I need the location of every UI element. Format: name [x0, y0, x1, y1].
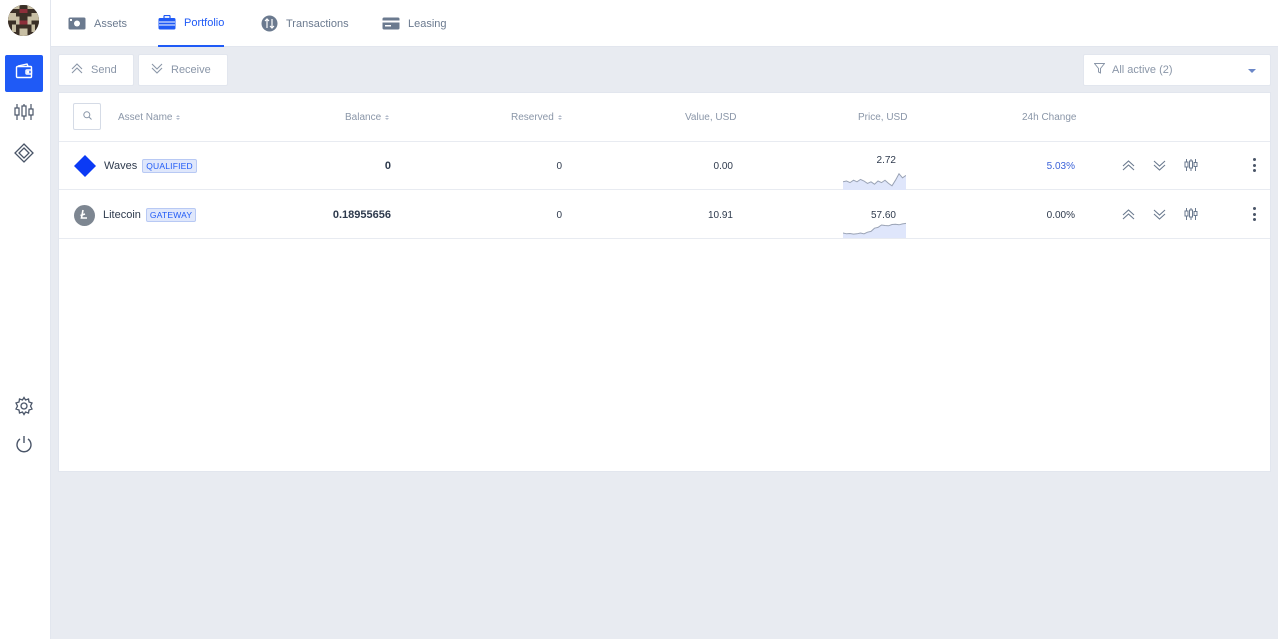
change-value: 0.00%: [1046, 209, 1075, 221]
send-button[interactable]: Send: [58, 54, 134, 86]
wallet-icon: [15, 63, 33, 84]
reserved-cell: 0: [556, 142, 562, 190]
send-asset-button[interactable]: [1121, 207, 1135, 221]
sparkline-area: [843, 173, 906, 190]
sidebar-item-wallet[interactable]: [5, 55, 43, 92]
sparkline-area: [843, 223, 906, 238]
sidebar-item-trading[interactable]: [5, 96, 43, 133]
settings-gear-icon: [14, 396, 34, 421]
price-sparkline: [843, 222, 906, 238]
tab-portfolio-label: Portfolio: [184, 16, 225, 29]
filter-label: All active (2): [1112, 64, 1173, 76]
filter-funnel-icon: [1093, 63, 1106, 77]
column-reserved-label: Reserved: [511, 112, 554, 123]
tab-transactions-label: Transactions: [286, 17, 349, 30]
trade-asset-button[interactable]: [1184, 158, 1198, 172]
column-value-label: Value, USD: [685, 112, 737, 123]
table-header: Asset Name Balance Reserved Value, USD P…: [59, 93, 1270, 142]
column-asset-name-label: Asset Name: [118, 112, 173, 123]
portfolio-table: Asset Name Balance Reserved Value, USD P…: [58, 92, 1271, 472]
asset-filter-dropdown[interactable]: All active (2): [1083, 54, 1271, 86]
asset-name: Litecoin: [103, 209, 141, 221]
litecoin-icon: [74, 204, 95, 226]
tab-leasing-label: Leasing: [408, 17, 447, 30]
top-nav: Assets Portfolio Transactions Leasing: [51, 0, 1278, 47]
change-cell: 0.00%: [1047, 191, 1075, 239]
more-options-icon[interactable]: [1252, 207, 1256, 221]
value-cell: 10.91: [708, 191, 733, 239]
value-cell: 0.00: [714, 142, 733, 190]
avatar[interactable]: [8, 5, 39, 36]
waves-diamond-icon: [74, 155, 96, 177]
sidebar-item-dex[interactable]: [5, 137, 43, 174]
balance-value: 0: [384, 160, 391, 172]
column-price-usd: Price, USD: [858, 112, 907, 123]
change-value: 5.03%: [1046, 160, 1075, 172]
receive-arrow-icon: [151, 63, 163, 77]
table-row[interactable]: Litecoin GATEWAY 0.18955656 0 10.91 57.6…: [59, 191, 1270, 239]
price-usd: 57.60: [870, 209, 896, 221]
reserved-cell: 0: [556, 191, 562, 239]
asset-name: Waves: [104, 160, 138, 172]
reserved-value: 0: [556, 209, 562, 221]
chevron-down-icon: [1248, 69, 1256, 73]
receive-button[interactable]: Receive: [138, 54, 228, 86]
change-cell: 5.03%: [1047, 142, 1075, 190]
asset-badge: GATEWAY: [145, 208, 197, 222]
sort-icon: [176, 115, 181, 120]
column-balance[interactable]: Balance: [345, 112, 390, 123]
sort-icon: [385, 115, 390, 120]
column-change-label: 24h Change: [1022, 112, 1077, 123]
search-icon: [82, 110, 92, 123]
candlestick-chart-icon: [13, 103, 35, 126]
tab-assets[interactable]: Assets: [68, 0, 127, 47]
column-balance-label: Balance: [345, 112, 382, 123]
column-reserved[interactable]: Reserved: [511, 112, 562, 123]
tab-portfolio[interactable]: Portfolio: [158, 0, 225, 47]
sidebar-item-logout[interactable]: [5, 428, 43, 465]
power-icon: [14, 434, 34, 459]
balance-value: 0.18955656: [332, 209, 391, 221]
receive-asset-button[interactable]: [1152, 207, 1166, 221]
sidebar-item-settings[interactable]: [5, 390, 43, 427]
value-usd: 10.91: [707, 209, 733, 221]
column-value-usd: Value, USD: [685, 112, 737, 123]
leasing-card-icon: [382, 17, 400, 31]
trade-asset-button[interactable]: [1184, 207, 1198, 221]
price-usd: 2.72: [876, 154, 896, 166]
tab-transactions[interactable]: Transactions: [260, 0, 349, 47]
value-usd: 0.00: [713, 160, 733, 172]
dex-diamond-icon: [14, 143, 34, 168]
balance-cell: 0.18955656: [333, 191, 391, 239]
send-label: Send: [91, 64, 117, 76]
reserved-value: 0: [556, 160, 562, 172]
receive-asset-button[interactable]: [1152, 158, 1166, 172]
tab-leasing[interactable]: Leasing: [382, 0, 447, 47]
asset-badge: QUALIFIED: [142, 159, 197, 173]
balance-cell: 0: [385, 142, 391, 190]
column-24h-change: 24h Change: [1022, 112, 1077, 123]
asset-cell: Litecoin GATEWAY: [74, 191, 197, 239]
tab-assets-label: Assets: [94, 17, 128, 30]
column-asset-name[interactable]: Asset Name: [118, 112, 181, 123]
assets-card-icon: [68, 17, 86, 31]
send-arrow-icon: [71, 63, 83, 77]
send-asset-button[interactable]: [1121, 158, 1135, 172]
more-options-icon[interactable]: [1252, 158, 1256, 172]
transfer-arrows-icon: [260, 15, 278, 32]
column-price-label: Price, USD: [858, 112, 908, 123]
table-search-button[interactable]: [73, 103, 101, 130]
sort-icon: [557, 115, 562, 120]
table-row[interactable]: Waves QUALIFIED 0 0 0.00 2.72 5.03%: [59, 142, 1270, 190]
price-sparkline: [843, 172, 906, 190]
asset-cell: Waves QUALIFIED: [74, 142, 197, 190]
briefcase-icon: [158, 15, 176, 30]
receive-label: Receive: [171, 64, 211, 76]
sidebar: [0, 0, 51, 639]
